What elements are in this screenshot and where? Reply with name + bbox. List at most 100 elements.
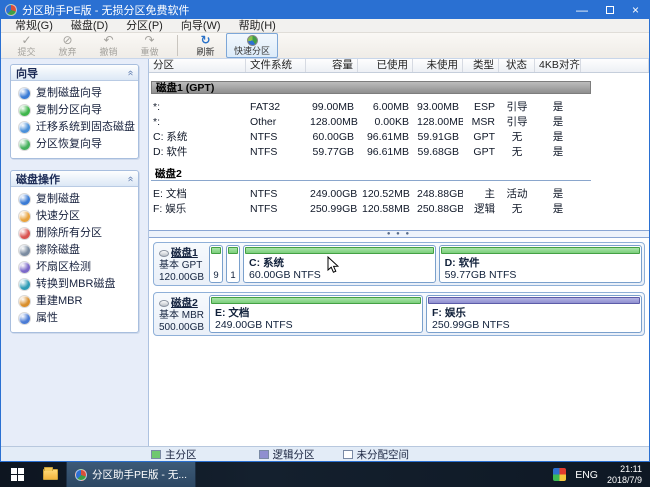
sidebar-item-wipe-disk[interactable]: 擦除磁盘 (11, 242, 138, 259)
cell: GPT (463, 145, 499, 160)
cell: 0.00KB (358, 115, 413, 130)
cell: 是 (535, 145, 581, 160)
sidebar-item-convert-to-mbr[interactable]: 转换到MBR磁盘 (11, 276, 138, 293)
column-header-5[interactable]: 类型 (463, 59, 499, 72)
cell: 引导 (499, 100, 535, 115)
menu-item-wizard[interactable]: 向导(W) (172, 19, 230, 33)
column-header-6[interactable]: 状态 (499, 59, 535, 72)
cell: GPT (463, 130, 499, 145)
table-row[interactable]: *:FAT3299.00MB6.00MB93.00MBESP引导是 (149, 100, 649, 115)
partition-table-header: 分区文件系统容量已使用未使用类型状态4KB对齐 (149, 59, 649, 73)
disk-group-header-disk1[interactable]: 磁盘1 (GPT) (151, 81, 591, 94)
close-button[interactable]: × (632, 4, 639, 16)
quick-partition-icon (247, 35, 258, 46)
partition-f[interactable]: F: 娱乐250.99GB NTFS (426, 295, 642, 333)
sidebar-item-copy-disk-wizard[interactable]: 复制磁盘向导 (11, 85, 138, 102)
partition-esp[interactable]: 9 (209, 245, 223, 283)
cell: 59.77GB (306, 145, 358, 160)
screen: 分区助手PE版 - 无损分区免费软件 — × 常规(G)磁盘(D)分区(P)向导… (0, 0, 650, 487)
sidebar-item-migrate-os-to-ssd[interactable]: 迁移系统到固态磁盘 (11, 119, 138, 136)
table-row[interactable]: E: 文档NTFS249.00GB120.52MB248.88GB主活动是 (149, 187, 649, 202)
panel-wizards: 向导« 复制磁盘向导复制分区向导迁移系统到固态磁盘分区恢复向导 (10, 64, 139, 159)
sidebar-item-quick-partition-side[interactable]: 快速分区 (11, 208, 138, 225)
sidebar-item-label: 坏扇区检测 (36, 261, 91, 274)
column-header-1[interactable]: 文件系统 (246, 59, 306, 72)
partition-d[interactable]: D: 软件59.77GB NTFS (439, 245, 642, 283)
refresh-button[interactable]: ↻刷新 (185, 33, 226, 58)
system-tray: ENG 21:11 2018/7/9 (553, 464, 650, 486)
cell: 无 (499, 130, 535, 145)
cell: 主 (463, 187, 499, 202)
legend-label: 未分配空间 (357, 447, 410, 462)
menu-item-help[interactable]: 帮助(H) (230, 19, 285, 33)
cell: NTFS (246, 130, 306, 145)
sidebar-item-label: 迁移系统到固态磁盘 (36, 121, 135, 134)
table-row[interactable]: C: 系统NTFS60.00GB96.61MB59.91GBGPT无是 (149, 130, 649, 145)
toolbar: ✓提交⊘放弃↶撤销↷重做↻刷新快速分区 (1, 33, 649, 59)
clock[interactable]: 21:11 2018/7/9 (607, 464, 642, 486)
wizards-panel-header[interactable]: 向导« (11, 65, 138, 81)
cell: 250.88GB (413, 202, 463, 217)
cell: 249.00GB (306, 187, 358, 202)
folder-icon (43, 469, 58, 480)
partition-msr[interactable]: 1 (226, 245, 240, 283)
column-header-7[interactable]: 4KB对齐 (535, 59, 581, 72)
commit-label: 提交 (17, 47, 35, 57)
sidebar-item-label: 复制磁盘 (36, 193, 80, 206)
partition-e[interactable]: E: 文档249.00GB NTFS (209, 295, 423, 333)
redo-button: ↷重做 (129, 33, 170, 58)
partition-usage-strip (228, 247, 238, 254)
sidebar-item-delete-all-partitions[interactable]: 删除所有分区 (11, 225, 138, 242)
column-header-0[interactable]: 分区 (149, 59, 246, 72)
partition-label: C: 系统 (249, 257, 434, 269)
commit-button: ✓提交 (6, 33, 47, 58)
table-row[interactable]: F: 娱乐NTFS250.99GB120.58MB250.88GB逻辑无是 (149, 202, 649, 217)
legend-primary: 主分区 (151, 447, 197, 462)
menu-item-partition[interactable]: 分区(P) (117, 19, 172, 33)
cell: 128.00MB (413, 115, 463, 130)
windows-logo-icon (11, 468, 24, 481)
cell: 是 (535, 130, 581, 145)
minimize-button[interactable]: — (576, 4, 588, 16)
partition-c[interactable]: C: 系统60.00GB NTFS (243, 245, 436, 283)
commit-icon: ✓ (21, 35, 31, 47)
disk-group-header-disk2[interactable]: 磁盘2 (151, 168, 591, 181)
sidebar-item-copy-partition-wizard[interactable]: 复制分区向导 (11, 102, 138, 119)
column-header-3[interactable]: 已使用 (358, 59, 413, 72)
cell: 引导 (499, 115, 535, 130)
sidebar-item-copy-disk[interactable]: 复制磁盘 (11, 191, 138, 208)
sidebar-item-label: 复制磁盘向导 (36, 87, 102, 100)
legend-label: 主分区 (165, 447, 197, 462)
quick-partition-button[interactable]: 快速分区 (226, 33, 278, 58)
taskbar-app-button[interactable]: 分区助手PE版 - 无... (66, 462, 196, 487)
cell: 128.00MB (306, 115, 358, 130)
disk-name: 磁盘2 (171, 297, 198, 309)
table-row[interactable]: *:Other128.00MB0.00KB128.00MBMSR引导是 (149, 115, 649, 130)
sidebar-item-properties[interactable]: 属性 (11, 310, 138, 327)
cell: 逻辑 (463, 202, 499, 217)
sidebar-item-bad-sector-test[interactable]: 坏扇区检测 (11, 259, 138, 276)
sidebar-item-rebuild-mbr[interactable]: 重建MBR (11, 293, 138, 310)
taskbar-app-label: 分区助手PE版 - 无... (92, 467, 187, 482)
disk-icon (159, 300, 169, 307)
partition-usage-strip (245, 247, 434, 254)
disk-operations-panel-header[interactable]: 磁盘操作« (11, 171, 138, 187)
table-row[interactable]: D: 软件NTFS59.77GB96.61MB59.68GBGPT无是 (149, 145, 649, 160)
column-header-2[interactable]: 容量 (306, 59, 358, 72)
legend-label: 逻辑分区 (273, 447, 315, 462)
splitter-handle[interactable]: ● ● ● (149, 230, 649, 238)
disk-info-disk2[interactable]: 磁盘2基本 MBR500.00GB (156, 295, 206, 333)
undo-label: 撤销 (99, 47, 117, 57)
color-profile-tray-icon[interactable] (553, 468, 566, 481)
menu-item-disk[interactable]: 磁盘(D) (62, 19, 117, 33)
cell: 99.00MB (306, 100, 358, 115)
start-button[interactable] (0, 462, 34, 487)
language-indicator[interactable]: ENG (575, 469, 598, 481)
disk-info-disk1[interactable]: 磁盘1基本 GPT120.00GB (156, 245, 206, 283)
maximize-button[interactable] (606, 6, 614, 14)
column-header-4[interactable]: 未使用 (413, 59, 463, 72)
sidebar-item-partition-recovery-wizard[interactable]: 分区恢复向导 (11, 136, 138, 153)
file-explorer-button[interactable] (34, 462, 66, 487)
properties-icon (19, 313, 30, 324)
menu-item-general[interactable]: 常规(G) (6, 19, 62, 33)
